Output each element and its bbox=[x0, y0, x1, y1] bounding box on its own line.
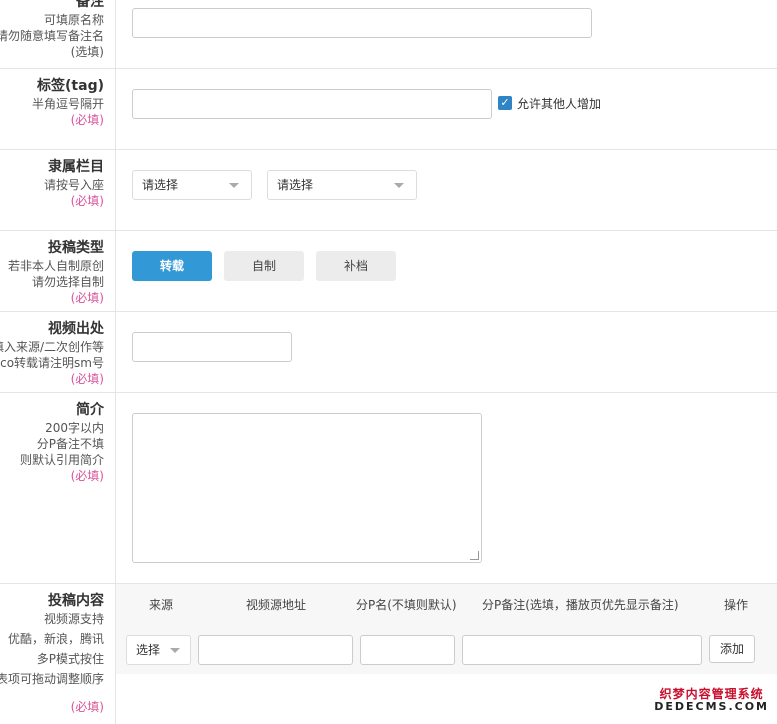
tag-input[interactable] bbox=[132, 89, 492, 119]
watermark-line-1: 织梦内容管理系统 bbox=[659, 687, 764, 701]
type-hint-2: 请勿选择自制 bbox=[31, 275, 104, 289]
category-title: 隶属栏目 bbox=[48, 159, 104, 175]
intro-hint-1: 200字以内 bbox=[45, 421, 104, 435]
content-hint-1: 视频源支持 bbox=[43, 612, 104, 626]
watermark-line-2: DEDECMS.COM bbox=[654, 700, 769, 713]
content-hint-4: 表项可拖动调整顺序 bbox=[0, 672, 104, 686]
allow-others-checkbox[interactable]: ✓ bbox=[498, 96, 512, 110]
source-label-col: 视频出处 填入来源/二次创作等 nico转载请注明sm号 (必填) bbox=[0, 312, 116, 392]
type-hint-1: 若非本人自制原创 bbox=[7, 259, 104, 273]
category-select-primary-value: 请选择 bbox=[142, 178, 179, 192]
col-header-part-name: 分P名(不填则默认) bbox=[356, 598, 457, 612]
remark-input[interactable] bbox=[132, 8, 592, 38]
tag-required-tag: (必填) bbox=[70, 113, 104, 127]
source-row: 视频出处 填入来源/二次创作等 nico转载请注明sm号 (必填) bbox=[0, 312, 777, 393]
chevron-down-icon bbox=[170, 648, 180, 653]
col-header-action: 操作 bbox=[724, 598, 749, 612]
add-part-button[interactable]: 添加 bbox=[709, 635, 755, 663]
intro-required-tag: (必填) bbox=[70, 469, 104, 483]
remark-hint-1: 可填原名称 bbox=[43, 13, 104, 27]
source-hint-2: nico转载请注明sm号 bbox=[0, 356, 104, 370]
type-option-reupload-button[interactable]: 补档 bbox=[316, 251, 396, 281]
dedecms-watermark: 织梦内容管理系统 DEDECMS.COM bbox=[654, 687, 769, 713]
content-table-input-row: 选择 添加 bbox=[116, 624, 777, 674]
chevron-down-icon bbox=[229, 183, 239, 188]
type-option-repost-button[interactable]: 转载 bbox=[132, 251, 212, 281]
source-required-tag: (必填) bbox=[70, 372, 104, 386]
category-hint: 请按号入座 bbox=[43, 178, 104, 192]
tag-title: 标签(tag) bbox=[37, 78, 104, 94]
col-header-url: 视频源地址 bbox=[246, 598, 307, 612]
resize-handle-icon[interactable] bbox=[470, 551, 479, 560]
content-title: 投稿内容 bbox=[48, 593, 104, 609]
intro-textarea[interactable] bbox=[132, 413, 482, 563]
content-table-header: 来源 视频源地址 分P名(不填则默认) 分P备注(选填，播放页优先显示备注) 操… bbox=[116, 584, 777, 625]
remark-required-tag: (选填) bbox=[70, 45, 104, 59]
intro-label-col: 简介 200字以内 分P备注不填 则默认引用简介 (必填) bbox=[0, 393, 116, 583]
allow-others-label[interactable]: 允许其他人增加 bbox=[517, 95, 601, 112]
tag-hint: 半角逗号隔开 bbox=[31, 97, 104, 111]
chevron-down-icon bbox=[394, 183, 404, 188]
category-select-secondary[interactable]: 请选择 bbox=[267, 170, 417, 200]
source-type-select-value: 选择 bbox=[136, 643, 161, 657]
source-type-select[interactable]: 选择 bbox=[126, 635, 191, 665]
tag-label-col: 标签(tag) 半角逗号隔开 (必填) bbox=[0, 69, 116, 149]
source-input[interactable] bbox=[132, 332, 292, 362]
intro-hint-2: 分P备注不填 bbox=[36, 437, 104, 451]
checkmark-icon: ✓ bbox=[500, 96, 510, 109]
content-hint-3: 多P模式按住 bbox=[36, 652, 104, 666]
col-header-source: 来源 bbox=[149, 598, 174, 612]
type-required-tag: (必填) bbox=[70, 291, 104, 305]
category-select-secondary-value: 请选择 bbox=[277, 178, 314, 192]
remark-row: 备注 可填原名称 请勿随意填写备注名 (选填) bbox=[0, 0, 777, 69]
category-row: 隶属栏目 请按号入座 (必填) 请选择 请选择 bbox=[0, 150, 777, 231]
intro-hint-3: 则默认引用简介 bbox=[19, 453, 104, 467]
remark-title: 备注 bbox=[76, 0, 104, 10]
category-select-primary[interactable]: 请选择 bbox=[132, 170, 252, 200]
type-option-original-button[interactable]: 自制 bbox=[224, 251, 304, 281]
part-note-input[interactable] bbox=[462, 635, 702, 665]
category-required-tag: (必填) bbox=[70, 194, 104, 208]
category-label-col: 隶属栏目 请按号入座 (必填) bbox=[0, 150, 116, 230]
source-title: 视频出处 bbox=[48, 321, 104, 337]
part-name-input[interactable] bbox=[360, 635, 455, 665]
remark-label-col: 备注 可填原名称 请勿随意填写备注名 (选填) bbox=[0, 0, 116, 68]
content-hint-2: 优酷，新浪，腾讯 bbox=[7, 632, 104, 646]
type-label-col: 投稿类型 若非本人自制原创 请勿选择自制 (必填) bbox=[0, 231, 116, 311]
video-url-input[interactable] bbox=[198, 635, 353, 665]
intro-row: 简介 200字以内 分P备注不填 则默认引用简介 (必填) bbox=[0, 393, 777, 584]
type-title: 投稿类型 bbox=[48, 240, 104, 256]
col-header-part-note: 分P备注(选填，播放页优先显示备注) bbox=[482, 598, 679, 612]
source-hint-1: 填入来源/二次创作等 bbox=[0, 340, 104, 354]
content-required-tag: (必填) bbox=[70, 700, 104, 714]
remark-hint-2: 请勿随意填写备注名 bbox=[0, 29, 104, 43]
tag-row: 标签(tag) 半角逗号隔开 (必填) ✓ 允许其他人增加 bbox=[0, 69, 777, 150]
content-label-col: 投稿内容 视频源支持 优酷，新浪，腾讯 多P模式按住 表项可拖动调整顺序 (必填… bbox=[0, 584, 116, 724]
intro-title: 简介 bbox=[76, 402, 104, 418]
type-row: 投稿类型 若非本人自制原创 请勿选择自制 (必填) 转载 自制 补档 bbox=[0, 231, 777, 312]
